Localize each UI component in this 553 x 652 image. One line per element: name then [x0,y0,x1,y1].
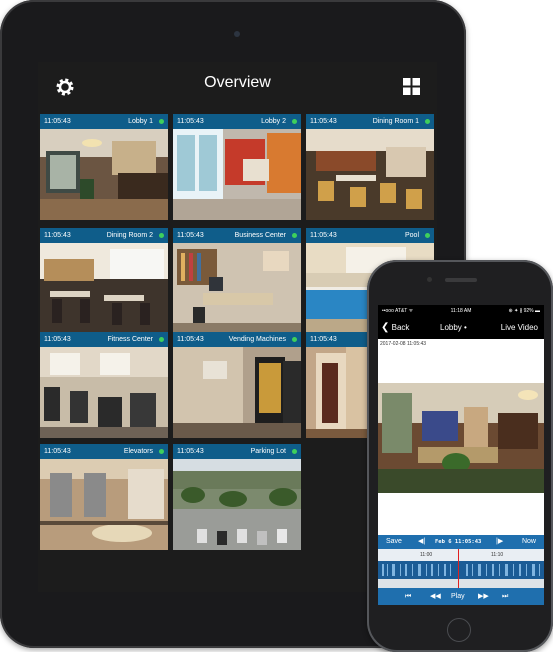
camera-tile-header: 11:05:43 Business Center [173,228,301,243]
camera-tile-parking-lot[interactable]: 11:05:43 Parking Lot [173,444,301,550]
camera-tile-header: 11:05:43 Vending Machines [173,332,301,347]
rewind-button[interactable]: ◀◀ [430,588,441,605]
camera-time: 11:05:43 [177,336,204,343]
live-video-button[interactable]: Live Video [501,317,538,339]
camera-name: Elevators [123,448,153,455]
status-dot-icon [292,233,297,238]
camera-name: Fitness Center [107,336,153,343]
status-dot-icon [292,337,297,342]
camera-tile-business-center[interactable]: 11:05:43 Business Center [173,228,301,334]
status-bar: ••ooo AT&T ᯤ 11:18 AM ⊕ ✦ ∦ 92% ▬ [378,305,544,317]
timeline-tick: 11:00 [420,552,433,558]
camera-feed-business-center [173,243,301,334]
camera-feed-lobby-2 [173,129,301,220]
lobby-video-feed[interactable] [378,383,544,493]
top-bar: Overview [38,62,437,106]
camera-name: Vending Machines [228,336,286,343]
camera-time: 11:05:43 [44,336,71,343]
grid-icon[interactable] [403,78,420,95]
camera-time: 11:05:43 [310,118,337,125]
camera-tile-header: 11:05:43 Elevators [40,444,168,459]
play-controls: ⏮ ◀◀ Play ▶▶ ⏭ [378,588,544,605]
camera-time: 11:05:43 [177,118,204,125]
phone-speaker [445,278,477,282]
status-dot-icon [159,337,164,342]
back-button[interactable]: ❮ Back [381,317,409,339]
camera-time: 11:05:43 [177,448,204,455]
skip-forward-button[interactable]: ⏭ [502,588,508,605]
fast-forward-button[interactable]: ▶▶ [478,588,489,605]
camera-name: Pool [404,232,419,239]
camera-feed-elevators [40,459,168,550]
dropdown-dot-icon: • [464,323,467,332]
camera-name: Parking Lot [250,448,286,455]
phone-device: ••ooo AT&T ᯤ 11:18 AM ⊕ ✦ ∦ 92% ▬ ❮ Back… [367,260,553,652]
phone-screen: ••ooo AT&T ᯤ 11:18 AM ⊕ ✦ ∦ 92% ▬ ❮ Back… [378,305,544,605]
camera-tile-lobby-2[interactable]: 11:05:43 Lobby 2 [173,114,301,220]
camera-tile-vending-machines[interactable]: 11:05:43 Vending Machines [173,332,301,438]
playback-controls: Save ◀| Feb 6 11:05:43 |▶ Now [378,535,544,549]
camera-time: 11:05:43 [44,118,71,125]
camera-name: Dining Room 2 [106,232,153,239]
camera-feed-parking-lot [173,459,301,550]
camera-feed-dining-room-2 [40,243,168,334]
page-title: Overview [204,74,271,91]
camera-tile-dining-room-1[interactable]: 11:05:43 Dining Room 1 [306,114,434,220]
camera-tile-header: 11:05:43 Pool [306,228,434,243]
phone-front-camera [427,277,432,282]
now-button[interactable]: Now [522,535,536,549]
camera-time: 11:05:43 [310,336,337,343]
camera-name: Dining Room 1 [372,118,419,125]
status-dot-icon [159,119,164,124]
camera-feed-lobby-1 [40,129,168,220]
timeline-tick: 11:10 [491,552,504,558]
camera-tile-header: 11:05:43 Dining Room 2 [40,228,168,243]
status-dot-icon [159,449,164,454]
timeline-scrubber[interactable] [378,561,544,579]
camera-tile-header: 11:05:43 Lobby 2 [173,114,301,129]
timeline-ruler: 11:00 11:10 [378,549,544,561]
playback-date: Feb 6 11:05:43 [435,539,482,545]
camera-name: Business Center [234,232,286,239]
camera-tile-dining-room-2[interactable]: 11:05:43 Dining Room 2 [40,228,168,334]
status-battery: ⊕ ✦ ∦ 92% ▬ [508,308,540,314]
status-dot-icon [292,449,297,454]
camera-tile-header: 11:05:43 Lobby 1 [40,114,168,129]
camera-name: Lobby 1 [128,118,153,125]
camera-name: Lobby 2 [261,118,286,125]
camera-feed-fitness-center [40,347,168,438]
timeline-cursor[interactable] [458,549,459,589]
camera-feed-vending-machines [173,347,301,438]
next-event-button[interactable]: |▶ [496,535,503,549]
camera-tile-header: 11:05:43 Fitness Center [40,332,168,347]
status-dot-icon [425,233,430,238]
camera-tile-elevators[interactable]: 11:05:43 Elevators [40,444,168,550]
status-dot-icon [159,233,164,238]
timeline-track [378,579,544,588]
camera-tile-fitness-center[interactable]: 11:05:43 Fitness Center [40,332,168,438]
home-button[interactable] [447,618,471,642]
skip-back-button[interactable]: ⏮ [405,588,411,605]
camera-tile-lobby-1[interactable]: 11:05:43 Lobby 1 [40,114,168,220]
back-label: Back [391,323,410,332]
camera-feed-dining-room-1 [306,129,434,220]
camera-tile-header: 11:05:43 Parking Lot [173,444,301,459]
camera-time: 11:05:43 [310,232,337,239]
previous-event-button[interactable]: ◀| [418,535,425,549]
status-dot-icon [425,119,430,124]
camera-tile-header: 11:05:43 Dining Room 1 [306,114,434,129]
camera-time: 11:05:43 [177,232,204,239]
video-timestamp: 2017-02-08 11:05:43 [380,341,427,347]
nav-bar: ❮ Back Lobby • Live Video [378,317,544,339]
status-dot-icon [292,119,297,124]
tablet-camera [234,31,240,37]
camera-time: 11:05:43 [44,232,71,239]
save-button[interactable]: Save [386,535,402,549]
chevron-left-icon: ❮ [381,322,390,333]
nav-title: Lobby [440,323,462,332]
camera-selector[interactable]: Lobby • [440,317,467,339]
camera-time: 11:05:43 [44,448,71,455]
play-button[interactable]: Play [451,588,465,605]
